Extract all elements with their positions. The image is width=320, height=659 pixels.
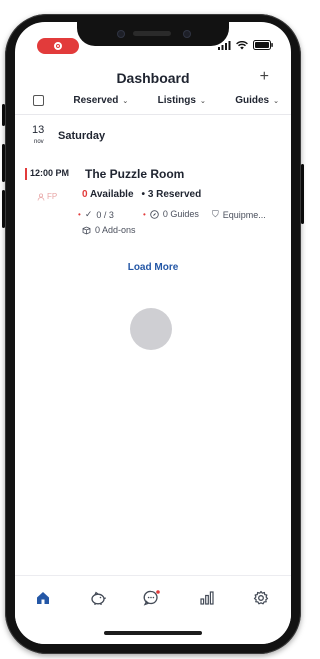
filter-reserved[interactable]: Reserved ⌄: [73, 95, 128, 106]
filter-label: Listings: [157, 95, 196, 106]
guides-meta: • 0 Guides: [143, 209, 199, 219]
date-day-number: 13: [32, 124, 45, 136]
piggy-bank-icon: [90, 591, 106, 605]
page-title: Dashboard: [116, 70, 190, 86]
checkin-meta: • ✓ 0 / 3: [78, 209, 114, 220]
checkin-count: 0 / 3: [96, 209, 114, 220]
wifi-icon: [236, 40, 248, 49]
signal-icon: [218, 40, 231, 50]
time-marker: [25, 168, 27, 180]
side-button: [2, 104, 5, 126]
select-all-checkbox[interactable]: [33, 95, 44, 106]
chevron-down-icon: ⌄: [122, 97, 129, 105]
availability-row: 0 Available • 3 Reserved: [82, 189, 202, 200]
date-weekday: Saturday: [58, 130, 106, 142]
notch: [77, 22, 229, 46]
filter-label: Reserved: [73, 95, 119, 106]
chevron-down-icon: ⌄: [273, 97, 279, 105]
available-count: 0: [82, 189, 88, 200]
sensor: [183, 30, 191, 38]
status-bar-icons: [218, 40, 273, 50]
home-icon: [37, 592, 49, 604]
event-title: The Puzzle Room: [85, 167, 185, 181]
speaker: [133, 31, 171, 36]
tab-settings[interactable]: [251, 588, 271, 608]
addons-meta: 0 Add-ons: [82, 225, 136, 235]
reserved-count: 3 Reserved: [147, 189, 202, 200]
check-icon: ✓: [84, 209, 93, 219]
tab-messages[interactable]: [142, 588, 162, 608]
record-icon: [54, 42, 62, 50]
event-badge: FP: [37, 192, 57, 201]
user-icon: [37, 192, 45, 201]
filter-label: Guides: [235, 95, 270, 106]
front-camera: [117, 30, 125, 38]
tag-icon: ⛉: [212, 209, 219, 219]
addons-count: 0 Add-ons: [95, 225, 136, 235]
filter-bar: Reserved ⌄ Listings ⌄ Guides ⌄: [33, 95, 279, 106]
load-more-button[interactable]: Load More: [15, 262, 291, 273]
volume-up-button: [2, 144, 5, 182]
divider: [15, 114, 291, 115]
tab-reports[interactable]: [197, 588, 217, 608]
home-indicator[interactable]: [104, 631, 202, 635]
date-month: nov: [34, 139, 44, 145]
available-label: Available: [89, 189, 134, 200]
power-button: [301, 164, 304, 224]
loading-indicator: [130, 308, 172, 350]
filter-listings[interactable]: Listings ⌄: [158, 95, 206, 106]
bottom-tab-bar: [15, 575, 291, 644]
guides-count: 0 Guides: [162, 209, 199, 219]
gear-icon: [253, 590, 269, 605]
box-icon: [82, 226, 91, 234]
volume-down-button: [2, 190, 5, 228]
chevron-down-icon: ⌄: [199, 97, 206, 105]
compass-icon: [150, 209, 159, 219]
battery-icon: [253, 40, 273, 50]
chat-icon: [143, 590, 160, 606]
filter-guides[interactable]: Guides ⌄: [235, 95, 279, 106]
tab-home[interactable]: [33, 588, 53, 608]
equipment-label: Equipme...: [222, 209, 266, 220]
bar-chart-icon: [200, 591, 214, 605]
equipment-meta: ⛉ Equipme...: [212, 209, 266, 220]
screen-recording-indicator[interactable]: [37, 38, 79, 54]
badge-label: FP: [47, 192, 58, 201]
tab-finances[interactable]: [88, 588, 108, 608]
event-time: 12:00 PM: [30, 168, 70, 178]
add-button[interactable]: +: [260, 68, 269, 86]
app-screen: Dashboard + Reserved ⌄ Listings ⌄ Guides…: [15, 22, 291, 644]
